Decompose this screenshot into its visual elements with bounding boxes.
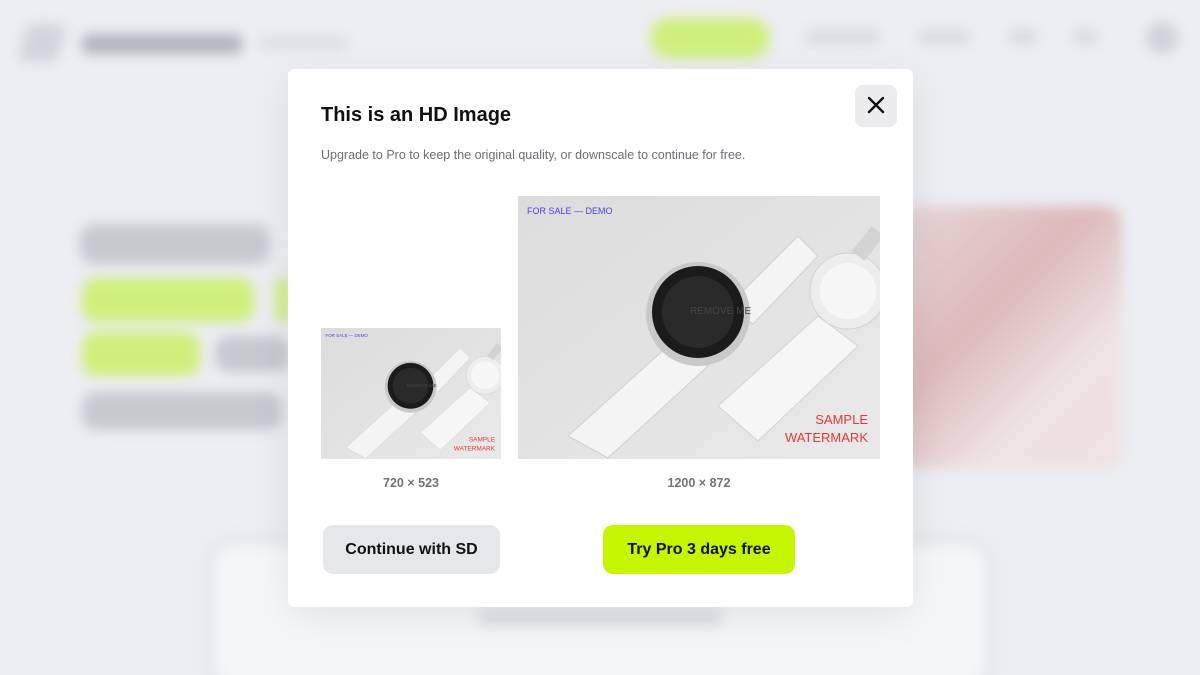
hd-center-text: REMOVE ME [690, 306, 751, 317]
modal-subtitle: Upgrade to Pro to keep the original qual… [321, 148, 746, 162]
hd-size-label: 1200 × 872 [667, 476, 731, 490]
try-pro-button[interactable]: Try Pro 3 days free [603, 525, 795, 574]
sd-watermark-line-1: SAMPLE [469, 437, 496, 444]
sd-watermark-line-2: WATERMARK [454, 446, 496, 453]
sd-preview-image: FOR SALE — DEMO REMOVE ME SAMPLE WATERMA… [321, 328, 501, 459]
hd-demo-label: FOR SALE — DEMO [527, 206, 613, 216]
sd-center-text: REMOVE ME [407, 383, 438, 389]
modal-title: This is an HD Image [321, 104, 512, 126]
continue-with-sd-button[interactable]: Continue with SD [323, 525, 500, 574]
hd-watermark-line-2: WATERMARK [785, 430, 868, 445]
close-icon [867, 96, 885, 117]
hd-watermark-line-1: SAMPLE [815, 412, 868, 427]
sd-size-label: 720 × 523 [383, 476, 439, 490]
close-button[interactable] [855, 85, 897, 127]
sd-demo-label: FOR SALE — DEMO [325, 333, 368, 338]
hd-preview-image: FOR SALE — DEMO REMOVE ME SAMPLE WATERMA… [518, 196, 880, 459]
hd-image-modal: This is an HD Image Upgrade to Pro to ke… [288, 69, 913, 607]
